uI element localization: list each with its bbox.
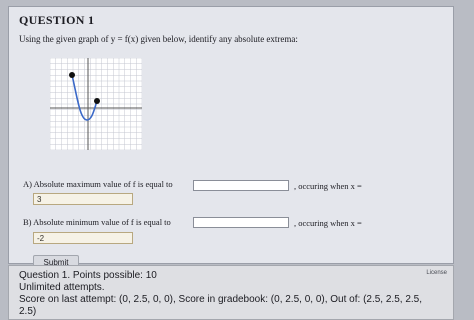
max-value-label: A) Absolute maximum value of f is equal …	[23, 179, 173, 189]
score-text-continued: 2.5)	[19, 306, 37, 317]
points-possible-text: Question 1. Points possible: 10	[19, 270, 157, 281]
min-value-input[interactable]	[193, 217, 289, 228]
question-title: QUESTION 1	[19, 13, 95, 27]
question-panel: QUESTION 1 Using the given graph of y = …	[8, 6, 454, 269]
score-text: Score on last attempt: (0, 2.5, 0, 0), S…	[19, 294, 422, 305]
question-status-footer: Question 1. Points possible: 10 Unlimite…	[8, 265, 454, 320]
license-link[interactable]: License	[426, 270, 447, 276]
function-graph	[50, 58, 142, 150]
endpoint-right-closed	[94, 98, 100, 104]
max-value-input[interactable]	[193, 180, 289, 191]
question-prompt: Using the given graph of y = f(x) given …	[19, 34, 298, 44]
min-entered-value[interactable]: -2	[33, 232, 133, 244]
max-when-label: , occuring when x =	[294, 181, 362, 191]
min-when-label: , occuring when x =	[294, 218, 362, 228]
min-value-label: B) Absolute minimum value of f is equal …	[23, 217, 171, 227]
endpoint-left-closed	[69, 72, 75, 78]
max-entered-value[interactable]: 3	[33, 193, 133, 205]
attempts-text: Unlimited attempts.	[19, 282, 105, 293]
